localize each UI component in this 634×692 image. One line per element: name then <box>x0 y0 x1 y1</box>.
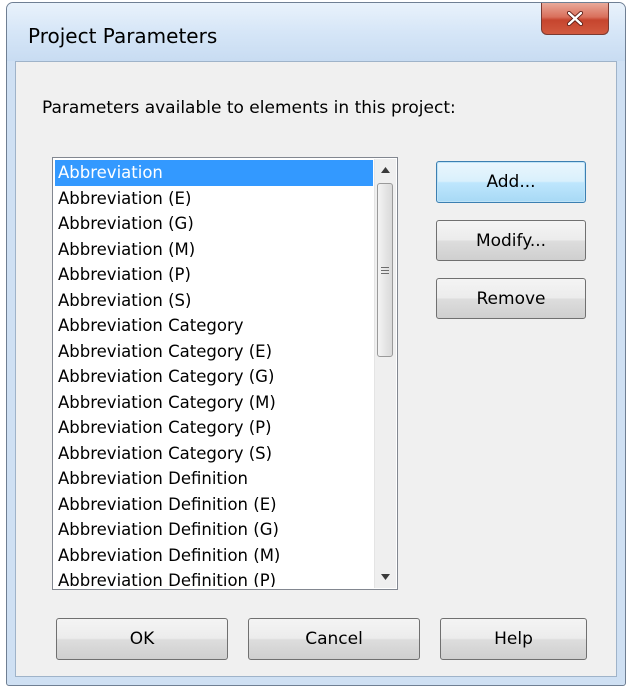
parameter-list-item[interactable]: Abbreviation Definition <box>55 466 373 492</box>
parameter-list-item[interactable]: Abbreviation Definition (M) <box>55 543 373 569</box>
parameter-list-item[interactable]: Abbreviation Category <box>55 313 373 339</box>
parameter-list-item[interactable]: Abbreviation <box>55 160 373 186</box>
window-title: Project Parameters <box>28 24 218 48</box>
ok-button[interactable]: OK <box>56 618 228 660</box>
grip-lines-icon <box>381 265 389 276</box>
parameter-list-item[interactable]: Abbreviation (M) <box>55 237 373 263</box>
cancel-button[interactable]: Cancel <box>248 618 420 660</box>
parameter-list-item[interactable]: Abbreviation Definition (E) <box>55 492 373 518</box>
parameter-list-item[interactable]: Abbreviation Category (M) <box>55 390 373 416</box>
triangle-down-icon <box>381 574 390 580</box>
parameters-scrollbar[interactable] <box>374 159 396 588</box>
modify-button[interactable]: Modify... <box>436 220 586 261</box>
parameters-prompt-label: Parameters available to elements in this… <box>42 98 456 118</box>
close-button[interactable] <box>541 3 609 35</box>
remove-button[interactable]: Remove <box>436 278 586 319</box>
scroll-up-button[interactable] <box>375 159 396 181</box>
parameter-list-item[interactable]: Abbreviation Category (G) <box>55 364 373 390</box>
scroll-thumb[interactable] <box>377 183 393 357</box>
parameter-list-item[interactable]: Abbreviation Category (E) <box>55 339 373 365</box>
title-bar[interactable]: Project Parameters <box>7 3 625 61</box>
parameter-list-item[interactable]: Abbreviation (P) <box>55 262 373 288</box>
parameter-list-item[interactable]: Abbreviation Category (P) <box>55 415 373 441</box>
scroll-down-button[interactable] <box>375 566 396 588</box>
dialog-body: Parameters available to elements in this… <box>15 61 617 677</box>
project-parameters-dialog: Project Parameters Parameters available … <box>6 2 626 686</box>
parameter-list-item[interactable]: Abbreviation (G) <box>55 211 373 237</box>
parameter-list-item[interactable]: Abbreviation Definition (G) <box>55 517 373 543</box>
parameter-list-item[interactable]: Abbreviation (E) <box>55 186 373 212</box>
triangle-up-icon <box>381 167 390 173</box>
parameter-list-item[interactable]: Abbreviation (S) <box>55 288 373 314</box>
parameters-list: Abbreviation Abbreviation (E) Abbreviation… <box>55 160 373 587</box>
help-button[interactable]: Help <box>440 618 587 660</box>
add-button[interactable]: Add... <box>436 161 586 203</box>
parameters-listbox[interactable]: Abbreviation Abbreviation (E) Abbreviation… <box>52 157 398 590</box>
parameter-list-item[interactable]: Abbreviation Definition (P) <box>55 568 373 587</box>
parameter-list-item[interactable]: Abbreviation Category (S) <box>55 441 373 467</box>
close-x-icon <box>567 11 583 26</box>
